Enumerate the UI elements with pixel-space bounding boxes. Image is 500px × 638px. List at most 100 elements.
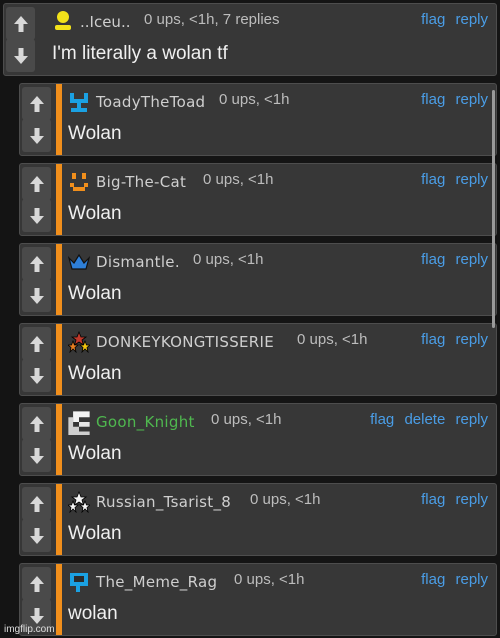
flag-link[interactable]: flag: [421, 11, 445, 28]
comment-body: Wolan: [68, 363, 122, 384]
blue-crown-icon[interactable]: [68, 251, 90, 273]
blue-pixel-icon[interactable]: [68, 91, 90, 113]
comment-body: Wolan: [68, 523, 122, 544]
upvote-button[interactable]: [22, 487, 51, 520]
gray-pixel-icon[interactable]: [66, 409, 92, 435]
username[interactable]: ..Iceu..: [80, 13, 130, 31]
reply-indicator-bar: [56, 244, 62, 315]
upvote-button[interactable]: [22, 327, 51, 360]
arrow-down-icon: [29, 127, 44, 144]
flag-link[interactable]: flag: [421, 251, 445, 268]
flag-link[interactable]: flag: [421, 571, 445, 588]
arrow-up-icon: [29, 415, 44, 432]
reply-link[interactable]: reply: [455, 11, 488, 28]
reply-comment: Goon_Knight 0 ups, <1h flag delete reply…: [19, 403, 497, 476]
comment-meta: 0 ups, <1h: [203, 171, 274, 188]
reply-link[interactable]: reply: [455, 171, 488, 188]
reply-link[interactable]: reply: [455, 331, 488, 348]
comment-actions: flag reply: [415, 331, 488, 348]
reply-link[interactable]: reply: [455, 91, 488, 108]
upvote-button[interactable]: [22, 567, 51, 600]
comment-meta: 0 ups, <1h: [234, 571, 305, 588]
username[interactable]: ToadyTheToad: [96, 93, 205, 111]
comment-body: Wolan: [68, 443, 122, 464]
arrow-up-icon: [29, 575, 44, 592]
username[interactable]: Russian_Tsarist_8: [96, 493, 231, 511]
upvote-button[interactable]: [22, 87, 51, 120]
comment-meta: 0 ups, <1h: [219, 91, 290, 108]
comment-actions: flag reply: [415, 11, 488, 28]
flag-link[interactable]: flag: [421, 331, 445, 348]
arrow-down-icon: [29, 447, 44, 464]
reply-link[interactable]: reply: [455, 571, 488, 588]
flag-link[interactable]: flag: [421, 491, 445, 508]
comment-body: Wolan: [68, 283, 122, 304]
arrow-down-icon: [29, 527, 44, 544]
downvote-button[interactable]: [22, 199, 51, 232]
orange-face-icon[interactable]: [68, 171, 90, 193]
downvote-button[interactable]: [22, 279, 51, 312]
flag-link[interactable]: flag: [421, 91, 445, 108]
yellow-person-icon[interactable]: [52, 10, 74, 32]
reply-indicator-bar: [56, 164, 62, 235]
arrow-up-icon: [29, 255, 44, 272]
username[interactable]: Big-The-Cat: [96, 173, 186, 191]
comment-body: I'm literally a wolan tf: [52, 43, 228, 64]
arrow-up-icon: [13, 15, 28, 32]
arrow-down-icon: [13, 47, 28, 64]
upvote-button[interactable]: [22, 407, 51, 440]
reply-comment: Russian_Tsarist_8 0 ups, <1h flag reply …: [19, 483, 497, 556]
upvote-button[interactable]: [6, 7, 35, 40]
comment-meta: 0 ups, <1h: [250, 491, 321, 508]
reply-indicator-bar: [56, 404, 62, 475]
reply-indicator-bar: [56, 324, 62, 395]
vote-column: [20, 404, 54, 475]
comment-actions: flag reply: [415, 571, 488, 588]
blue-flag-icon[interactable]: [68, 571, 90, 593]
username[interactable]: Goon_Knight: [96, 413, 195, 431]
comment-actions: flag reply: [415, 251, 488, 268]
arrow-up-icon: [29, 335, 44, 352]
vote-column: [20, 164, 54, 235]
reply-comment: Big-The-Cat 0 ups, <1h flag reply Wolan: [19, 163, 497, 236]
mod-stars-icon[interactable]: [68, 331, 90, 353]
white-stars-icon[interactable]: [68, 491, 90, 513]
downvote-button[interactable]: [22, 519, 51, 552]
reply-link[interactable]: reply: [455, 491, 488, 508]
comment-body: wolan: [68, 603, 118, 624]
arrow-up-icon: [29, 495, 44, 512]
vote-column: [20, 324, 54, 395]
vote-column: [20, 244, 54, 315]
arrow-down-icon: [29, 287, 44, 304]
reply-link[interactable]: reply: [455, 251, 488, 268]
username[interactable]: Dismantle.: [96, 253, 180, 271]
downvote-button[interactable]: [22, 119, 51, 152]
comment-body: Wolan: [68, 123, 122, 144]
scrollbar[interactable]: [492, 90, 495, 328]
username[interactable]: The_Meme_Rag: [96, 573, 217, 591]
reply-link[interactable]: reply: [455, 411, 488, 428]
username[interactable]: DONKEYKONGTISSERIE: [96, 333, 274, 351]
reply-comment: ToadyTheToad 0 ups, <1h flag reply Wolan: [19, 83, 497, 156]
flag-link[interactable]: flag: [370, 411, 394, 428]
upvote-button[interactable]: [22, 167, 51, 200]
flag-link[interactable]: flag: [421, 171, 445, 188]
arrow-up-icon: [29, 175, 44, 192]
comment-actions: flag delete reply: [364, 411, 488, 428]
watermark: imgflip.com: [4, 624, 55, 635]
upvote-button[interactable]: [22, 247, 51, 280]
comment-actions: flag reply: [415, 171, 488, 188]
comment-meta: 0 ups, <1h: [193, 251, 264, 268]
downvote-button[interactable]: [22, 439, 51, 472]
downvote-button[interactable]: [22, 359, 51, 392]
comment-meta: 0 ups, <1h, 7 replies: [144, 11, 280, 28]
arrow-down-icon: [29, 207, 44, 224]
delete-link[interactable]: delete: [404, 411, 445, 428]
reply-indicator-bar: [56, 484, 62, 555]
comment-meta: 0 ups, <1h: [211, 411, 282, 428]
comment-top: ..Iceu.. 0 ups, <1h, 7 replies flag repl…: [3, 3, 497, 76]
vote-column: [20, 484, 54, 555]
arrow-up-icon: [29, 95, 44, 112]
reply-comment: Dismantle. 0 ups, <1h flag reply Wolan: [19, 243, 497, 316]
downvote-button[interactable]: [6, 39, 35, 72]
